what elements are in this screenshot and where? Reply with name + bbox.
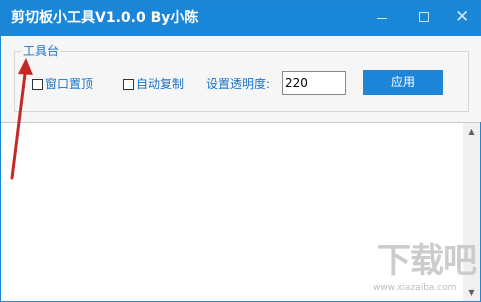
autocopy-label[interactable]: 自动复制 [136, 76, 184, 92]
tool-panel: 工具台 窗口置顶 自动复制 设置透明度: 应用 [2, 36, 481, 122]
checkbox-box[interactable] [32, 78, 43, 90]
checkbox-box[interactable] [123, 78, 134, 90]
title-bar[interactable]: 剪切板小工具V1.0.0 By小陈 ✕ [1, 1, 480, 36]
clipboard-text-area[interactable]: ▲ ▼ [1, 122, 480, 301]
maximize-icon [419, 12, 429, 22]
vertical-scrollbar[interactable]: ▲ ▼ [463, 123, 480, 301]
scroll-up-icon[interactable]: ▲ [463, 123, 480, 140]
maximize-button[interactable] [406, 1, 442, 35]
close-button[interactable]: ✕ [444, 1, 480, 35]
close-icon: ✕ [455, 7, 470, 27]
topmost-checkbox[interactable]: 窗口置顶 [32, 76, 93, 92]
minimize-icon [377, 18, 387, 19]
group-title: 工具台 [21, 44, 62, 58]
scroll-down-icon[interactable]: ▼ [463, 284, 480, 301]
topmost-label[interactable]: 窗口置顶 [45, 76, 93, 92]
opacity-input[interactable] [282, 71, 346, 95]
app-window: 剪切板小工具V1.0.0 By小陈 ✕ 工具台 窗口置顶 自动复制 设置透明度:… [0, 0, 481, 302]
window-title: 剪切板小工具V1.0.0 By小陈 [11, 10, 199, 26]
autocopy-checkbox[interactable]: 自动复制 [123, 76, 184, 92]
minimize-button[interactable] [364, 1, 400, 35]
opacity-label: 设置透明度: [206, 77, 271, 91]
apply-button[interactable]: 应用 [363, 70, 443, 95]
